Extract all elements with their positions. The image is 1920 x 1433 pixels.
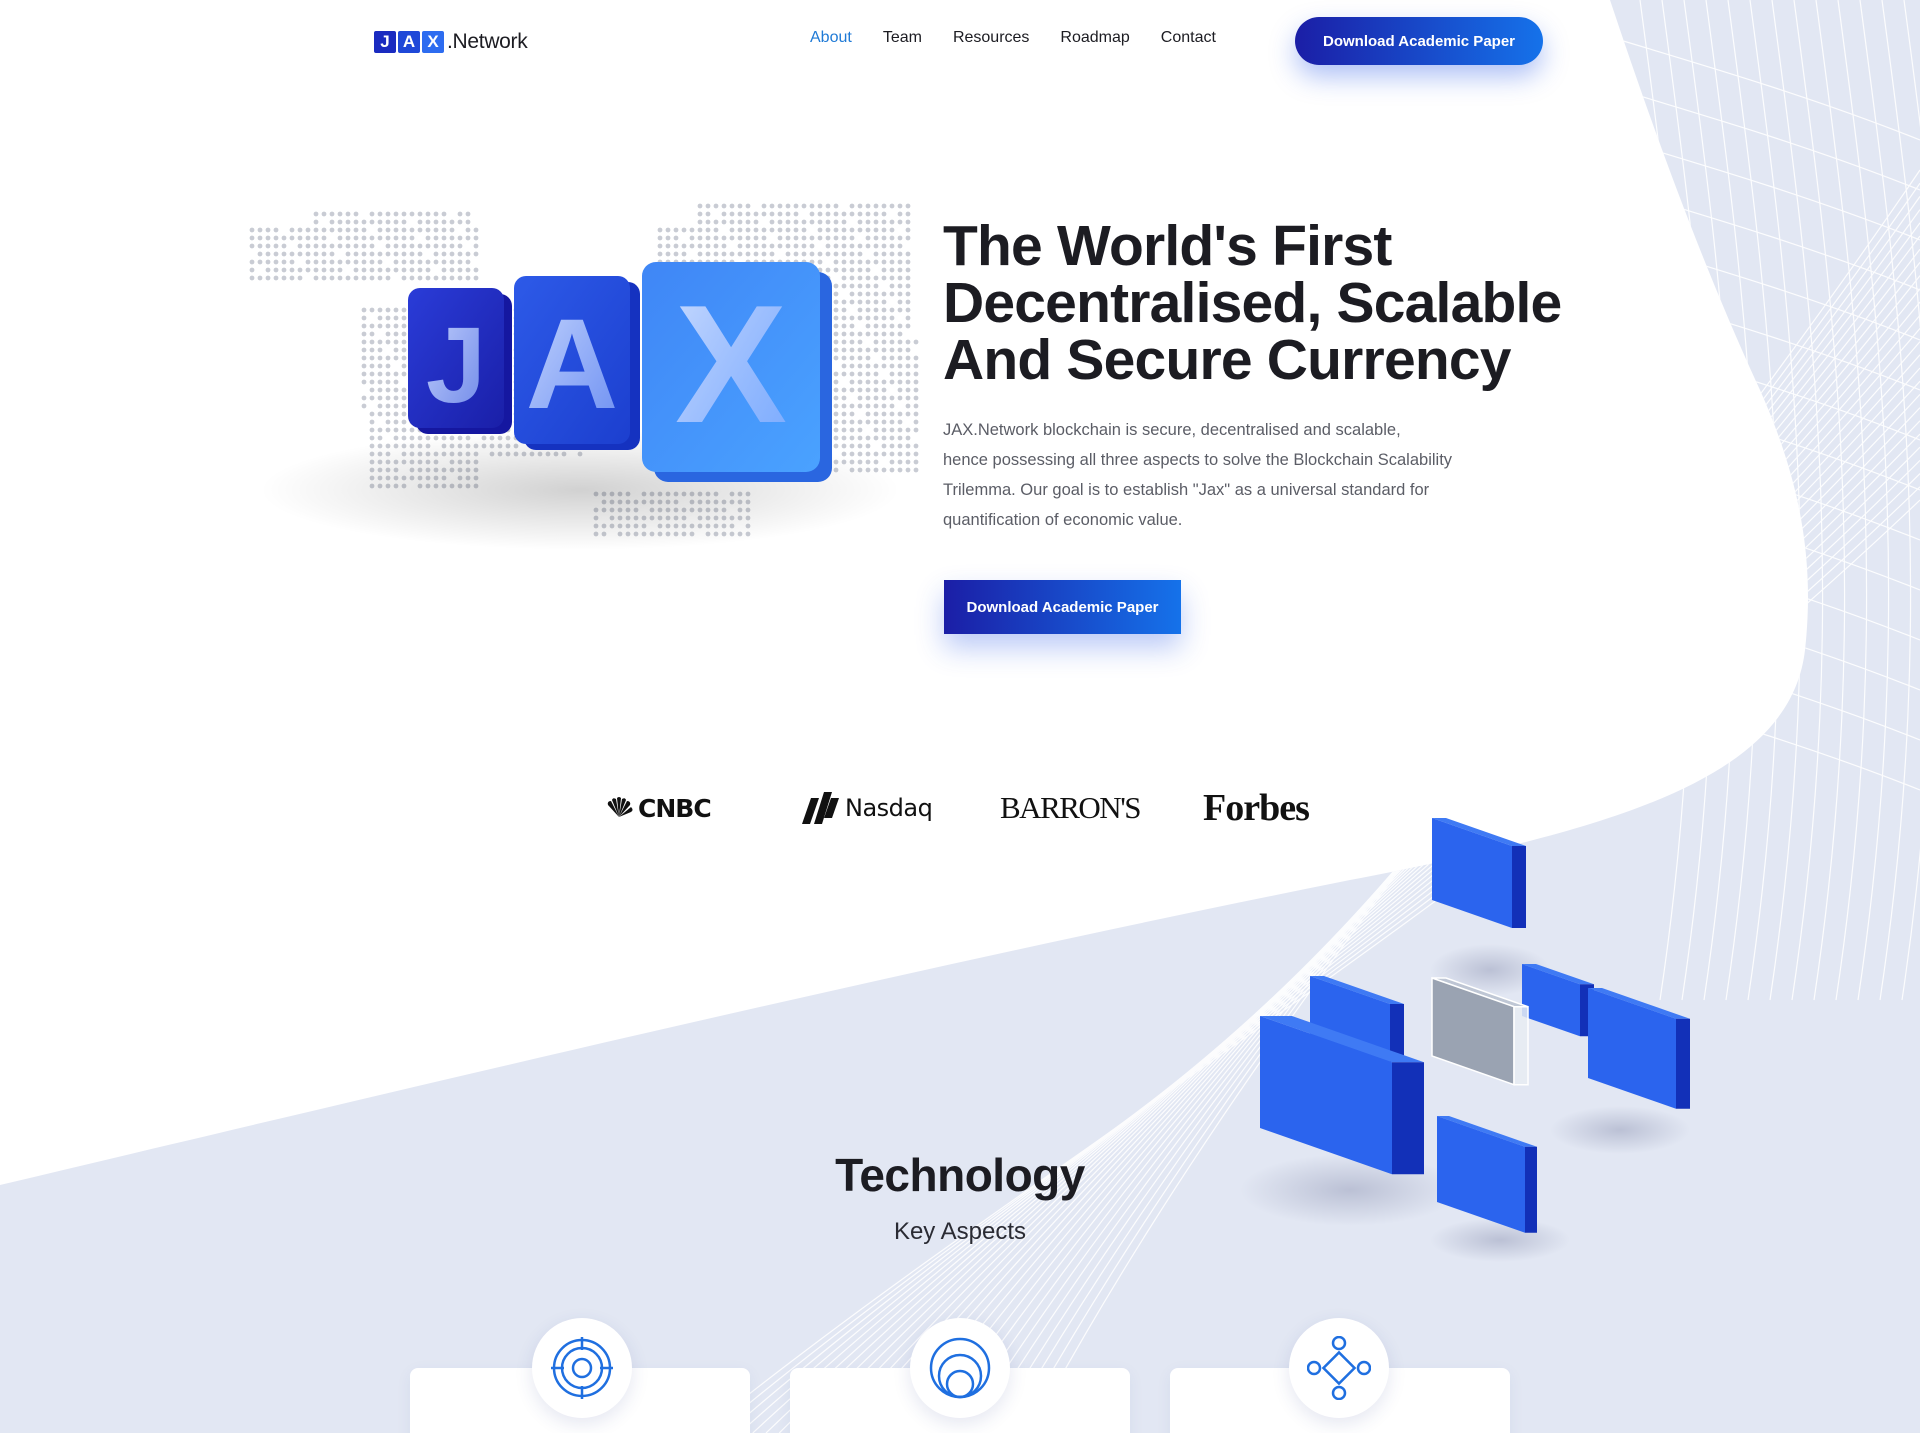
- hero-description-line: Trilemma. Our goal is to establish "Jax"…: [943, 481, 1430, 499]
- nav-roadmap[interactable]: Roadmap: [1060, 29, 1129, 47]
- blue-cube: [1432, 818, 1526, 928]
- svg-text:A: A: [526, 293, 618, 436]
- nav-about[interactable]: About: [810, 29, 852, 47]
- nav-contact[interactable]: Contact: [1161, 29, 1216, 47]
- hero-download-paper-button[interactable]: Download Academic Paper: [944, 580, 1181, 634]
- glass-cube: [1431, 976, 1529, 1086]
- logo-letter-a: A: [398, 31, 420, 53]
- hero-title-line: And Secure Currency: [943, 328, 1511, 392]
- nasdaq-mark-icon: [802, 792, 839, 824]
- jax-network-logo[interactable]: J A X .Network: [374, 30, 528, 54]
- nav-team[interactable]: Team: [883, 29, 922, 47]
- barrons-logo[interactable]: BARRON'S: [1000, 778, 1142, 838]
- main-nav: About Team Resources Roadmap Contact: [810, 29, 1247, 47]
- concentric-circles-icon: [910, 1318, 1010, 1418]
- hero-description-line: JAX.Network blockchain is secure, decent…: [943, 421, 1401, 439]
- svg-text:J: J: [426, 304, 486, 425]
- hero-title-line: Decentralised, Scalable: [943, 271, 1562, 335]
- nav-resources[interactable]: Resources: [953, 29, 1029, 47]
- svg-text:X: X: [675, 270, 787, 458]
- technology-title: Technology: [835, 1149, 1085, 1201]
- barrons-wordmark: BARRON'S: [1000, 790, 1142, 825]
- logo-letter-j: J: [374, 31, 396, 53]
- hero-title-line: The World's First: [943, 214, 1392, 278]
- hero-title: The World's First Decentralised, Scalabl…: [943, 218, 1583, 389]
- hero-jax-illustration: J A X: [249, 203, 919, 550]
- logo-mark: J A X: [374, 31, 446, 53]
- technology-subtitle: Key Aspects: [893, 1218, 1027, 1245]
- hero-description-line: hence possessing all three aspects to so…: [943, 451, 1453, 469]
- blue-cube: [1588, 988, 1690, 1109]
- target-icon: [532, 1318, 632, 1418]
- nasdaq-wordmark: Nasdaq: [845, 794, 933, 822]
- cnbc-logo[interactable]: CNBC: [604, 778, 712, 838]
- nasdaq-logo[interactable]: Nasdaq: [802, 778, 933, 838]
- logo-letter-x: X: [422, 31, 444, 53]
- hero-description-line: quantification of economic value.: [943, 511, 1183, 529]
- header-download-paper-button[interactable]: Download Academic Paper: [1295, 17, 1543, 65]
- logo-text: .Network: [447, 30, 528, 53]
- cnbc-wordmark: CNBC: [638, 793, 712, 823]
- blue-cube: [1522, 964, 1594, 1037]
- network-nodes-icon: [1289, 1318, 1389, 1418]
- peacock-icon: [607, 797, 633, 817]
- hero-description: JAX.Network blockchain is secure, decent…: [943, 415, 1463, 535]
